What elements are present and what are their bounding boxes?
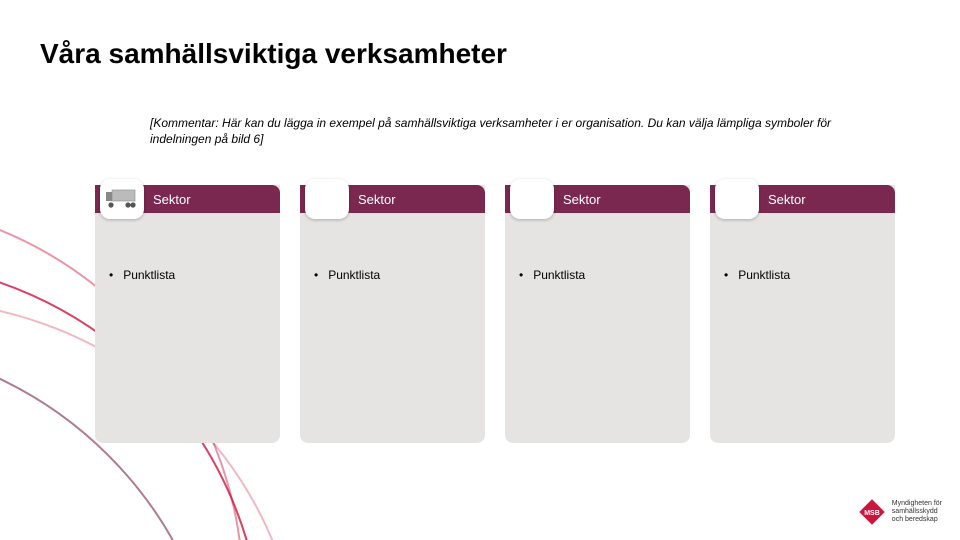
sector-header-label: Sektor (153, 192, 191, 207)
comment-text: [Kommentar: Här kan du lägga in exempel … (150, 115, 850, 147)
sector-icon-box (510, 179, 554, 219)
bullet-text: Punktlista (738, 268, 881, 282)
bullet-text: Punktlista (328, 268, 471, 282)
sector-header-label: Sektor (563, 192, 601, 207)
bullet-icon: • (314, 268, 318, 282)
sector-header-label: Sektor (358, 192, 396, 207)
sector-body: • Punktlista (505, 213, 690, 443)
truck-icon (105, 188, 139, 210)
list-item: • Punktlista (724, 268, 881, 282)
sector-column: Sektor • Punktlista (95, 185, 280, 443)
sector-column: Sektor • Punktlista (710, 185, 895, 443)
sector-body: • Punktlista (710, 213, 895, 443)
bullet-text: Punktlista (533, 268, 676, 282)
msb-logo-icon: MSB (858, 498, 886, 526)
sector-body: • Punktlista (95, 213, 280, 443)
sector-body: • Punktlista (300, 213, 485, 443)
bullet-text: Punktlista (123, 268, 266, 282)
logo-line: Myndigheten för (892, 500, 942, 508)
list-item: • Punktlista (519, 268, 676, 282)
msb-logo-text: Myndigheten för samhällsskydd och bereds… (892, 500, 942, 524)
bullet-icon: • (109, 268, 113, 282)
sector-columns: Sektor • Punktlista Sektor • Punktlista … (95, 185, 895, 443)
sector-column: Sektor • Punktlista (505, 185, 690, 443)
sector-icon-box (305, 179, 349, 219)
page-title: Våra samhällsviktiga verksamheter (40, 38, 507, 70)
sector-icon-box (100, 179, 144, 219)
logo-line: och beredskap (892, 516, 942, 524)
list-item: • Punktlista (314, 268, 471, 282)
msb-logo-abbr: MSB (864, 510, 880, 517)
msb-logo: MSB Myndigheten för samhällsskydd och be… (858, 498, 942, 526)
bullet-icon: • (724, 268, 728, 282)
sector-column: Sektor • Punktlista (300, 185, 485, 443)
list-item: • Punktlista (109, 268, 266, 282)
sector-header-label: Sektor (768, 192, 806, 207)
logo-line: samhällsskydd (892, 508, 942, 516)
sector-icon-box (715, 179, 759, 219)
bullet-icon: • (519, 268, 523, 282)
